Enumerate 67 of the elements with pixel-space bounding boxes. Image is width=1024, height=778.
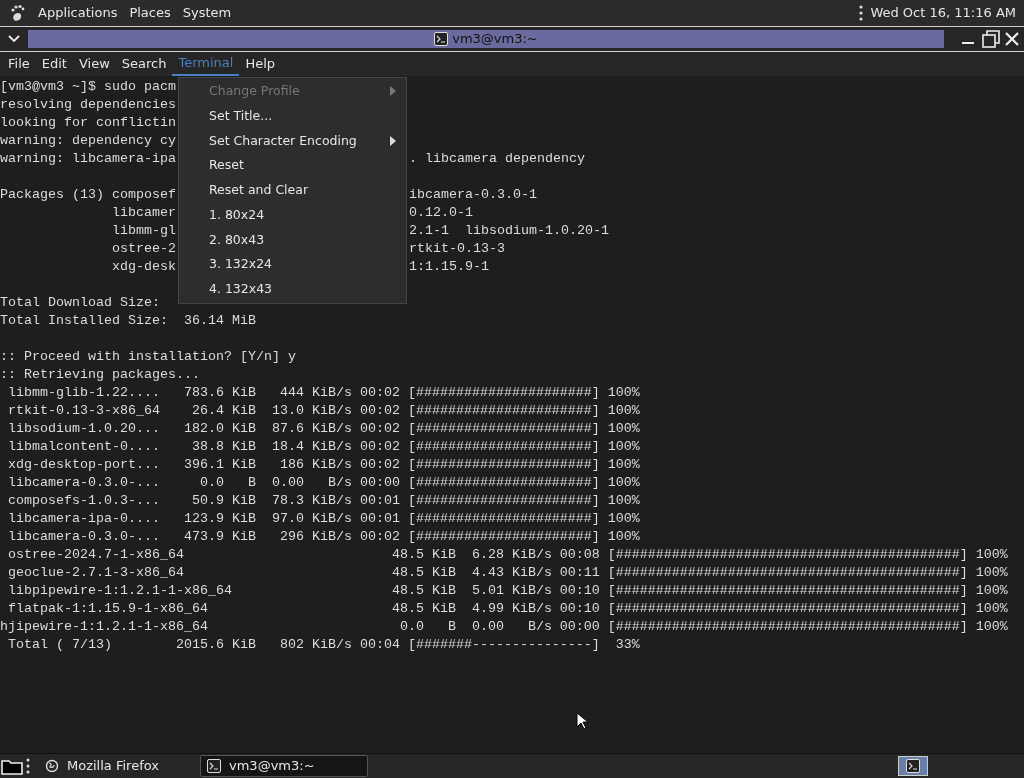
menu-option[interactable]: Reset xyxy=(179,153,406,179)
menu-option[interactable]: 2. 80x43 xyxy=(179,227,406,253)
terminal-line: libsodium-1.0.20... 182.0 KiB 87.6 KiB/s 00:02 [######################] 100% xyxy=(7,421,640,436)
terminal-line: libcamera-ipa-0.... 123.9 KiB 97.0 KiB/s 00:01 [######################] 100% xyxy=(7,511,640,526)
taskbar-button[interactable]: vm3@vm3:~ xyxy=(200,755,368,777)
terminal-line: libcamer xyxy=(110,205,176,220)
maximize-icon[interactable] xyxy=(982,30,1000,48)
terminal-line: flatpak-1:1.15.9-1-x86_64 48.5 KiB 4.99 KiB/s 00:10 [###########################################] 100% xyxy=(7,601,1008,616)
window-title: vm3@vm3:~ xyxy=(452,30,538,49)
handle-icon[interactable] xyxy=(26,758,30,774)
menu-item[interactable]: Search xyxy=(115,52,173,76)
terminal-line: Packages (13) composef xyxy=(0,187,176,202)
terminal-line: hjipewire-1:1.2.1-1-x86_64 0.0 B 0.00 B/s 00:00 [###########################################] 100% xyxy=(0,619,1008,634)
workspace-switcher[interactable] xyxy=(898,756,928,776)
terminal-line: rtkit-0.13-3 xyxy=(409,240,505,258)
terminal-line: 1:1.15.9-1 xyxy=(409,258,489,276)
menu-item[interactable]: View xyxy=(72,52,116,76)
terminal-line: :: Retrieving packages... xyxy=(0,367,200,382)
terminal-line: ibcamera-0.3.0-1 xyxy=(409,186,537,204)
more-icon[interactable] xyxy=(859,5,864,21)
terminal-line: :: Proceed with installation? [Y/n] y xyxy=(0,349,296,364)
terminal-line: xdg-desk xyxy=(110,259,176,274)
panel-menu[interactable]: Applications xyxy=(32,3,124,23)
terminal-line: . libcamera dependency xyxy=(409,150,585,168)
terminal-line: Total Installed Size: 36.14 MiB xyxy=(0,313,256,328)
terminal-icon xyxy=(207,759,221,773)
clock: Wed Oct 16, 11:16 AM xyxy=(870,4,1016,23)
chevron-down-icon[interactable] xyxy=(8,35,20,43)
terminal-line: libcamera-0.3.0-... 0.0 B 0.00 B/s 00:00 [######################] 100% xyxy=(7,475,640,490)
terminal-icon xyxy=(434,32,449,46)
terminal-line: libcamera-0.3.0-... 473.9 KiB 296 KiB/s 00:02 [######################] 100% xyxy=(7,529,640,544)
menu-option[interactable]: Set Character Encoding xyxy=(179,128,406,154)
terminal-line: libmm-gl xyxy=(110,223,176,238)
terminal-line: [vm3@vm3 ~]$ sudo pacm xyxy=(0,79,176,94)
terminal-line: composefs-1.0.3-... 50.9 KiB 78.3 KiB/s 00:01 [######################] 100% xyxy=(7,493,640,508)
terminal-line: libmalcontent-0.... 38.8 KiB 18.4 KiB/s 00:02 [######################] 100% xyxy=(7,439,640,454)
menu-item[interactable]: Help xyxy=(239,52,282,76)
menu-option[interactable]: Set Title... xyxy=(179,103,406,129)
terminal-line: warning: dependency cy xyxy=(0,133,176,148)
terminal-line: libpipewire-1:1.2.1-1-x86_64 48.5 KiB 5.01 KiB/s 00:10 [###########################################] 100% xyxy=(7,583,1008,598)
terminal-line: libmm-glib-1.22.... 783.6 KiB 444 KiB/s 00:02 [######################] 100% xyxy=(7,385,640,400)
terminal-icon xyxy=(906,759,920,773)
terminal-line: ostree-2024.7-1-x86_64 48.5 KiB 6.28 KiB/s 00:08 [###########################################] 100% xyxy=(7,547,1008,562)
menu-option[interactable]: 3. 132x24 xyxy=(179,252,406,278)
terminal-line: Total Download Size: xyxy=(0,295,160,310)
terminal-line: Total ( 7/13) 2015.6 KiB 802 KiB/s 00:04 [#######---------------] 33% xyxy=(7,637,640,652)
folder-icon[interactable] xyxy=(1,757,23,775)
close-icon[interactable] xyxy=(1004,31,1020,47)
menu-option[interactable]: 4. 132x43 xyxy=(179,277,406,303)
menu-item[interactable]: Edit xyxy=(35,52,73,76)
panel-menu[interactable]: Places xyxy=(123,3,177,23)
terminal-line: looking for conflictin xyxy=(0,115,176,130)
terminal-line: geoclue-2.7.1-3-x86_64 48.5 KiB 4.43 KiB/s 00:11 [###########################################] 100% xyxy=(7,565,1008,580)
panel-menu[interactable]: System xyxy=(176,3,238,23)
taskbar-button[interactable]: Mozilla Firefox xyxy=(38,755,188,777)
terminal-line: resolving dependencies xyxy=(0,97,176,112)
menu-item[interactable]: File xyxy=(2,52,36,76)
mouse-pointer-icon xyxy=(576,712,588,730)
terminal-line: 2.1-1 libsodium-1.0.20-1 xyxy=(409,222,609,240)
terminal-line: warning: libcamera-ipa xyxy=(0,151,176,166)
terminal-line: ostree-2 xyxy=(110,241,176,256)
menu-option[interactable]: Reset and Clear xyxy=(179,178,406,203)
terminal-line: rtkit-0.13-3-x86_64 26.4 KiB 13.0 KiB/s 00:02 [######################] 100% xyxy=(7,403,640,418)
terminal-line: 0.12.0-1 xyxy=(409,204,473,222)
terminal-line: xdg-desktop-port... 396.1 KiB 186 KiB/s 00:02 [######################] 100% xyxy=(7,457,640,472)
menu-option[interactable]: 1. 80x24 xyxy=(179,202,406,228)
globe-icon xyxy=(45,759,59,773)
